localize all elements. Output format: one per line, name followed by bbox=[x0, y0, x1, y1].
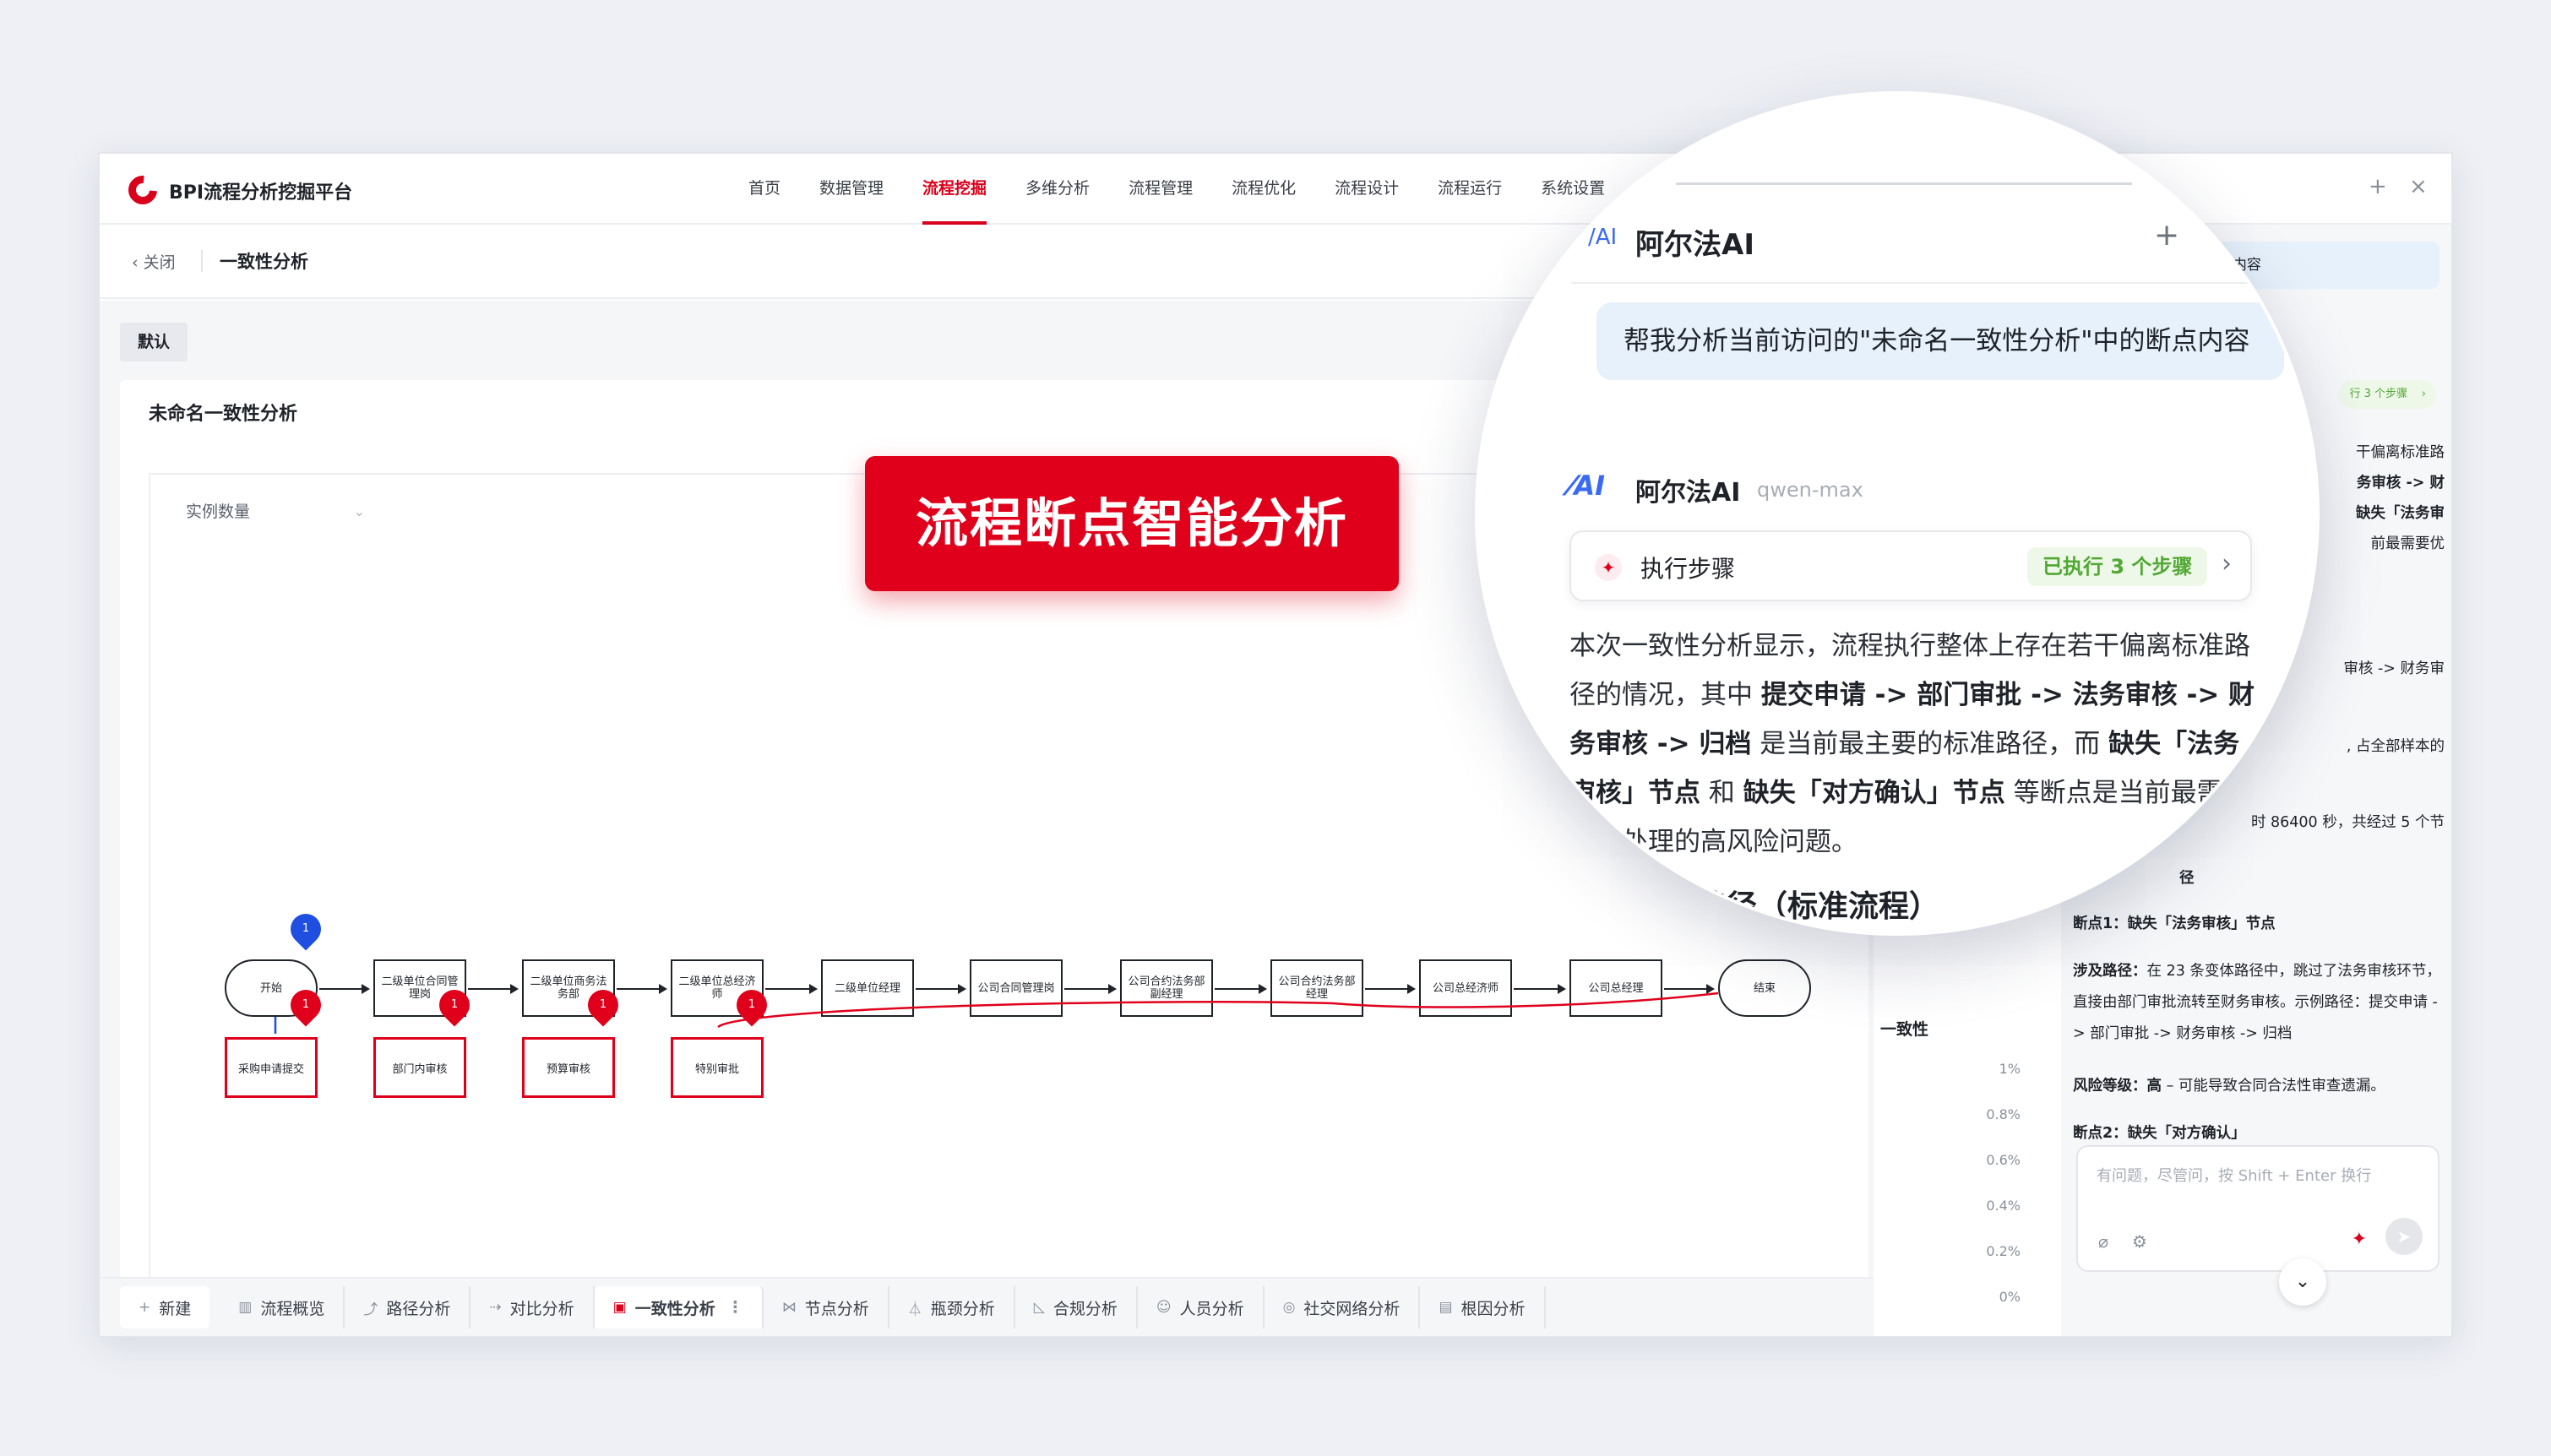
tab-root-cause-analysis[interactable]: ▤ 根因分析 bbox=[1420, 1286, 1546, 1328]
more-icon[interactable]: ⋮ bbox=[727, 1298, 743, 1317]
tab-path-analysis[interactable]: ⤴ 路径分析 bbox=[345, 1286, 471, 1328]
root-cause-icon: ▤ bbox=[1439, 1299, 1453, 1316]
tab-bottleneck-analysis[interactable]: ⏃ 瓶颈分析 bbox=[889, 1286, 1015, 1328]
chevron-down-icon: ⌄ bbox=[2294, 1271, 2311, 1292]
tab-label: 路径分析 bbox=[386, 1299, 451, 1318]
compliance-icon: ◺ bbox=[1033, 1299, 1045, 1316]
divider bbox=[1571, 282, 2272, 284]
send-button[interactable]: ➤ bbox=[2385, 1218, 2423, 1255]
y-tick-label: 1% bbox=[1999, 1061, 2021, 1077]
compare-icon: ⇢ bbox=[489, 1299, 502, 1316]
chat-input-placeholder: 有问题，尽管问，按 Shift + Enter 换行 bbox=[2097, 1167, 2372, 1185]
chevron-right-icon: › bbox=[2421, 388, 2426, 400]
brand-logo-icon bbox=[122, 170, 163, 210]
close-button[interactable]: ‹ 关闭 bbox=[132, 250, 176, 273]
path-icon: ⤴ bbox=[363, 1301, 378, 1318]
breakpoint-marker[interactable]: 1 bbox=[581, 983, 625, 1027]
network-icon: ◎ bbox=[1282, 1299, 1296, 1316]
answer-heading: 路径（标准流程） bbox=[1696, 889, 1940, 924]
nav-data-management[interactable]: 数据管理 bbox=[819, 154, 884, 225]
node-icon: ⋈ bbox=[781, 1299, 797, 1316]
tab-label: 一致性分析 bbox=[634, 1299, 715, 1318]
tab-label: 瓶颈分析 bbox=[930, 1299, 995, 1318]
promo-banner: 流程断点智能分析 bbox=[865, 456, 1399, 591]
bottom-tab-bar: + 新建 ▥ 流程概览 ⤴ 路径分析 ⇢ 对比分析 ▣ 一致性分析 ⋮ ⋈ 节点分析 ⏃ 瓶颈分… bbox=[100, 1277, 1958, 1336]
attachment-icon[interactable]: ⌀ bbox=[2098, 1231, 2108, 1252]
nav-home[interactable]: 首页 bbox=[748, 154, 781, 225]
nav-process-mining[interactable]: 流程挖掘 bbox=[922, 154, 987, 225]
tab-label: 根因分析 bbox=[1460, 1299, 1526, 1318]
bottleneck-icon: ⏃ bbox=[907, 1301, 922, 1318]
chat-title: 阿尔法AI bbox=[1635, 228, 1754, 262]
tab-social-network-analysis[interactable]: ◎ 社交网络分析 bbox=[1265, 1286, 1421, 1328]
people-icon: ☺ bbox=[1156, 1299, 1172, 1316]
new-tab-label: 新建 bbox=[159, 1299, 192, 1318]
new-chat-icon[interactable]: + bbox=[2154, 218, 2179, 253]
tab-node-analysis[interactable]: ⋈ 节点分析 bbox=[764, 1286, 889, 1328]
steps-badge[interactable]: 行 3 个步骤 › bbox=[2339, 380, 2436, 409]
y-tick-label: 0.6% bbox=[1986, 1152, 2021, 1168]
settings-icon[interactable]: ⚙ bbox=[2132, 1231, 2147, 1252]
breakpoint-marker[interactable]: 1 bbox=[432, 983, 476, 1027]
nav-process-management[interactable]: 流程管理 bbox=[1129, 154, 1193, 225]
tab-compare-analysis[interactable]: ⇢ 对比分析 bbox=[470, 1286, 595, 1328]
y-tick-label: 0.2% bbox=[1986, 1243, 2021, 1259]
tab-label: 流程概览 bbox=[260, 1299, 325, 1318]
tab-people-analysis[interactable]: ☺ 人员分析 bbox=[1138, 1286, 1265, 1328]
send-icon: ➤ bbox=[2396, 1226, 2412, 1247]
steps-badge-label: 行 3 个步骤 bbox=[2349, 388, 2407, 400]
variant-marker-blue[interactable]: 1 bbox=[284, 907, 328, 951]
ai-model: qwen-max bbox=[1757, 478, 1863, 502]
page-title: 一致性分析 bbox=[220, 252, 308, 272]
tab-default[interactable]: 默认 bbox=[120, 323, 188, 361]
ai-avatar-icon: ⁄AI bbox=[1569, 470, 1606, 502]
tab-process-overview[interactable]: ▥ 流程概览 bbox=[220, 1286, 345, 1328]
y-tick-label: 0.8% bbox=[1986, 1106, 2021, 1122]
steps-label: 执行步骤 bbox=[1640, 555, 1736, 583]
close-label: 关闭 bbox=[143, 253, 176, 272]
y-tick-label: 0.4% bbox=[1986, 1198, 2021, 1214]
chevron-left-icon: ‹ bbox=[132, 253, 144, 272]
chat-input-box[interactable]: 有问题，尽管问，按 Shift + Enter 换行 ⌀ ⚙ ✦ ➤ bbox=[2076, 1145, 2439, 1272]
analysis-title: 未命名一致性分析 bbox=[149, 404, 298, 425]
tab-label: 人员分析 bbox=[1179, 1299, 1244, 1318]
steps-badge: 已执行 3 个步骤 bbox=[2027, 547, 2208, 586]
bar-chart-icon: ▥ bbox=[238, 1299, 253, 1316]
plus-icon: + bbox=[139, 1299, 151, 1316]
tab-conformance-analysis[interactable]: ▣ 一致性分析 ⋮ bbox=[594, 1286, 764, 1328]
chevron-right-icon: › bbox=[2222, 549, 2232, 579]
nav-process-design[interactable]: 流程设计 bbox=[1335, 154, 1399, 225]
breakpoint-marker[interactable]: 1 bbox=[730, 983, 774, 1027]
close-icon[interactable]: × bbox=[2409, 174, 2428, 199]
breakpoint-marker[interactable]: 1 bbox=[284, 983, 328, 1027]
breakpoint-1-risk: 风险等级：高 – 可能导致合同合法性审查遗漏。 bbox=[2073, 1078, 2385, 1095]
tab-label: 对比分析 bbox=[509, 1299, 574, 1318]
ai-answer: 本次一致性分析显示，流程执行整体上存在若干偏离标准路径的情况，其中 提交申请 -… bbox=[1569, 631, 2255, 857]
magnifier-callout: /AI 阿尔法AI + 帮我分析当前访问的"未命名一致性分析"中的断点内容 ⁄A… bbox=[1475, 91, 2320, 936]
chart-title: 一致性 bbox=[1880, 1020, 1929, 1039]
nav-process-optimization[interactable]: 流程优化 bbox=[1232, 154, 1296, 225]
ai-name: 阿尔法AI bbox=[1635, 478, 1741, 508]
tab-compliance-analysis[interactable]: ◺ 合规分析 bbox=[1015, 1286, 1138, 1328]
scroll-down-button[interactable]: ⌄ bbox=[2279, 1258, 2326, 1306]
ai-logo-icon: /AI bbox=[1588, 225, 1618, 250]
new-tab-button[interactable]: + 新建 bbox=[120, 1286, 210, 1328]
nav-multidimensional-analysis[interactable]: 多维分析 bbox=[1025, 154, 1090, 225]
divider bbox=[201, 250, 203, 272]
conformance-icon: ▣ bbox=[612, 1299, 627, 1316]
tab-label: 社交网络分析 bbox=[1303, 1299, 1401, 1318]
tab-label: 节点分析 bbox=[804, 1299, 869, 1318]
user-message: 帮我分析当前访问的"未命名一致性分析"中的断点内容 bbox=[1596, 302, 2284, 380]
sparkle-icon[interactable]: ✦ bbox=[2352, 1229, 2367, 1250]
sparkle-icon: ✦ bbox=[1595, 554, 1622, 581]
drag-handle bbox=[1676, 182, 2132, 185]
execution-steps[interactable]: ✦ 执行步骤 已执行 3 个步骤 › bbox=[1569, 530, 2252, 601]
brand-name: BPI流程分析挖掘平台 bbox=[169, 182, 353, 204]
plus-icon[interactable]: + bbox=[2369, 174, 2387, 199]
tab-label: 合规分析 bbox=[1052, 1299, 1118, 1318]
breakpoint-1-path: 涉及路径：在 23 条变体路径中，跳过了法务审核环节，直接由部门审批流转至财务审… bbox=[2073, 963, 2441, 1042]
y-tick-label: 0% bbox=[1999, 1289, 2021, 1305]
